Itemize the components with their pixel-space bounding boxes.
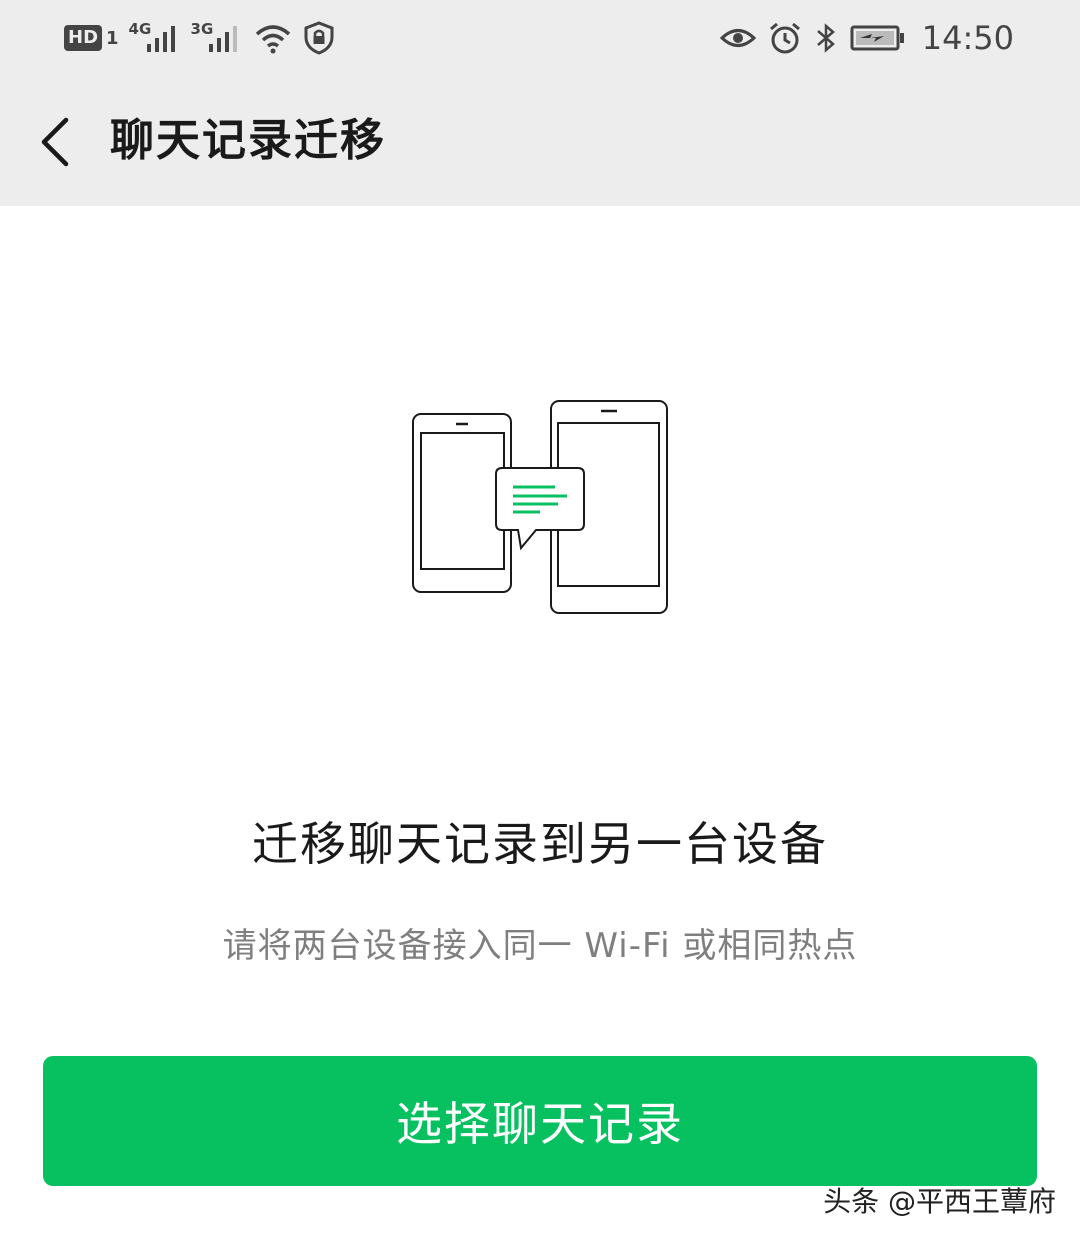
top-bar: HD 1 4G 3G 14:50 聊天记录迁移 bbox=[0, 0, 1080, 206]
status-left: HD 1 4G 3G bbox=[64, 18, 335, 58]
nav-bar: 聊天记录迁移 bbox=[0, 96, 1080, 186]
sim-indicator: 1 bbox=[106, 27, 119, 49]
hd-icon: HD bbox=[64, 25, 103, 51]
wifi-icon bbox=[255, 25, 290, 54]
eye-icon bbox=[719, 29, 756, 47]
instruction-text: 请将两台设备接入同一 Wi-Fi 或相同热点 bbox=[222, 926, 858, 966]
alarm-icon bbox=[769, 22, 800, 54]
vpn-shield-icon bbox=[304, 21, 334, 55]
signal-icon: 4G bbox=[129, 20, 181, 56]
chevron-left-icon bbox=[41, 117, 69, 167]
select-chat-history-button[interactable]: 选择聊天记录 bbox=[43, 1056, 1037, 1186]
migration-illustration bbox=[410, 398, 672, 618]
headline: 迁移聊天记录到另一台设备 bbox=[252, 817, 828, 871]
back-button[interactable] bbox=[34, 114, 84, 170]
watermark-text: 头条 @平西王蕈府 bbox=[823, 1185, 1056, 1218]
status-right: 14:50 bbox=[719, 18, 1014, 58]
bluetooth-icon bbox=[816, 23, 835, 53]
status-time: 14:50 bbox=[921, 19, 1014, 57]
page-title: 聊天记录迁移 bbox=[110, 115, 386, 166]
battery-charging-icon bbox=[850, 25, 904, 51]
status-bar: HD 1 4G 3G 14:50 bbox=[0, 0, 1080, 80]
signal-icon: 3G bbox=[191, 20, 243, 56]
